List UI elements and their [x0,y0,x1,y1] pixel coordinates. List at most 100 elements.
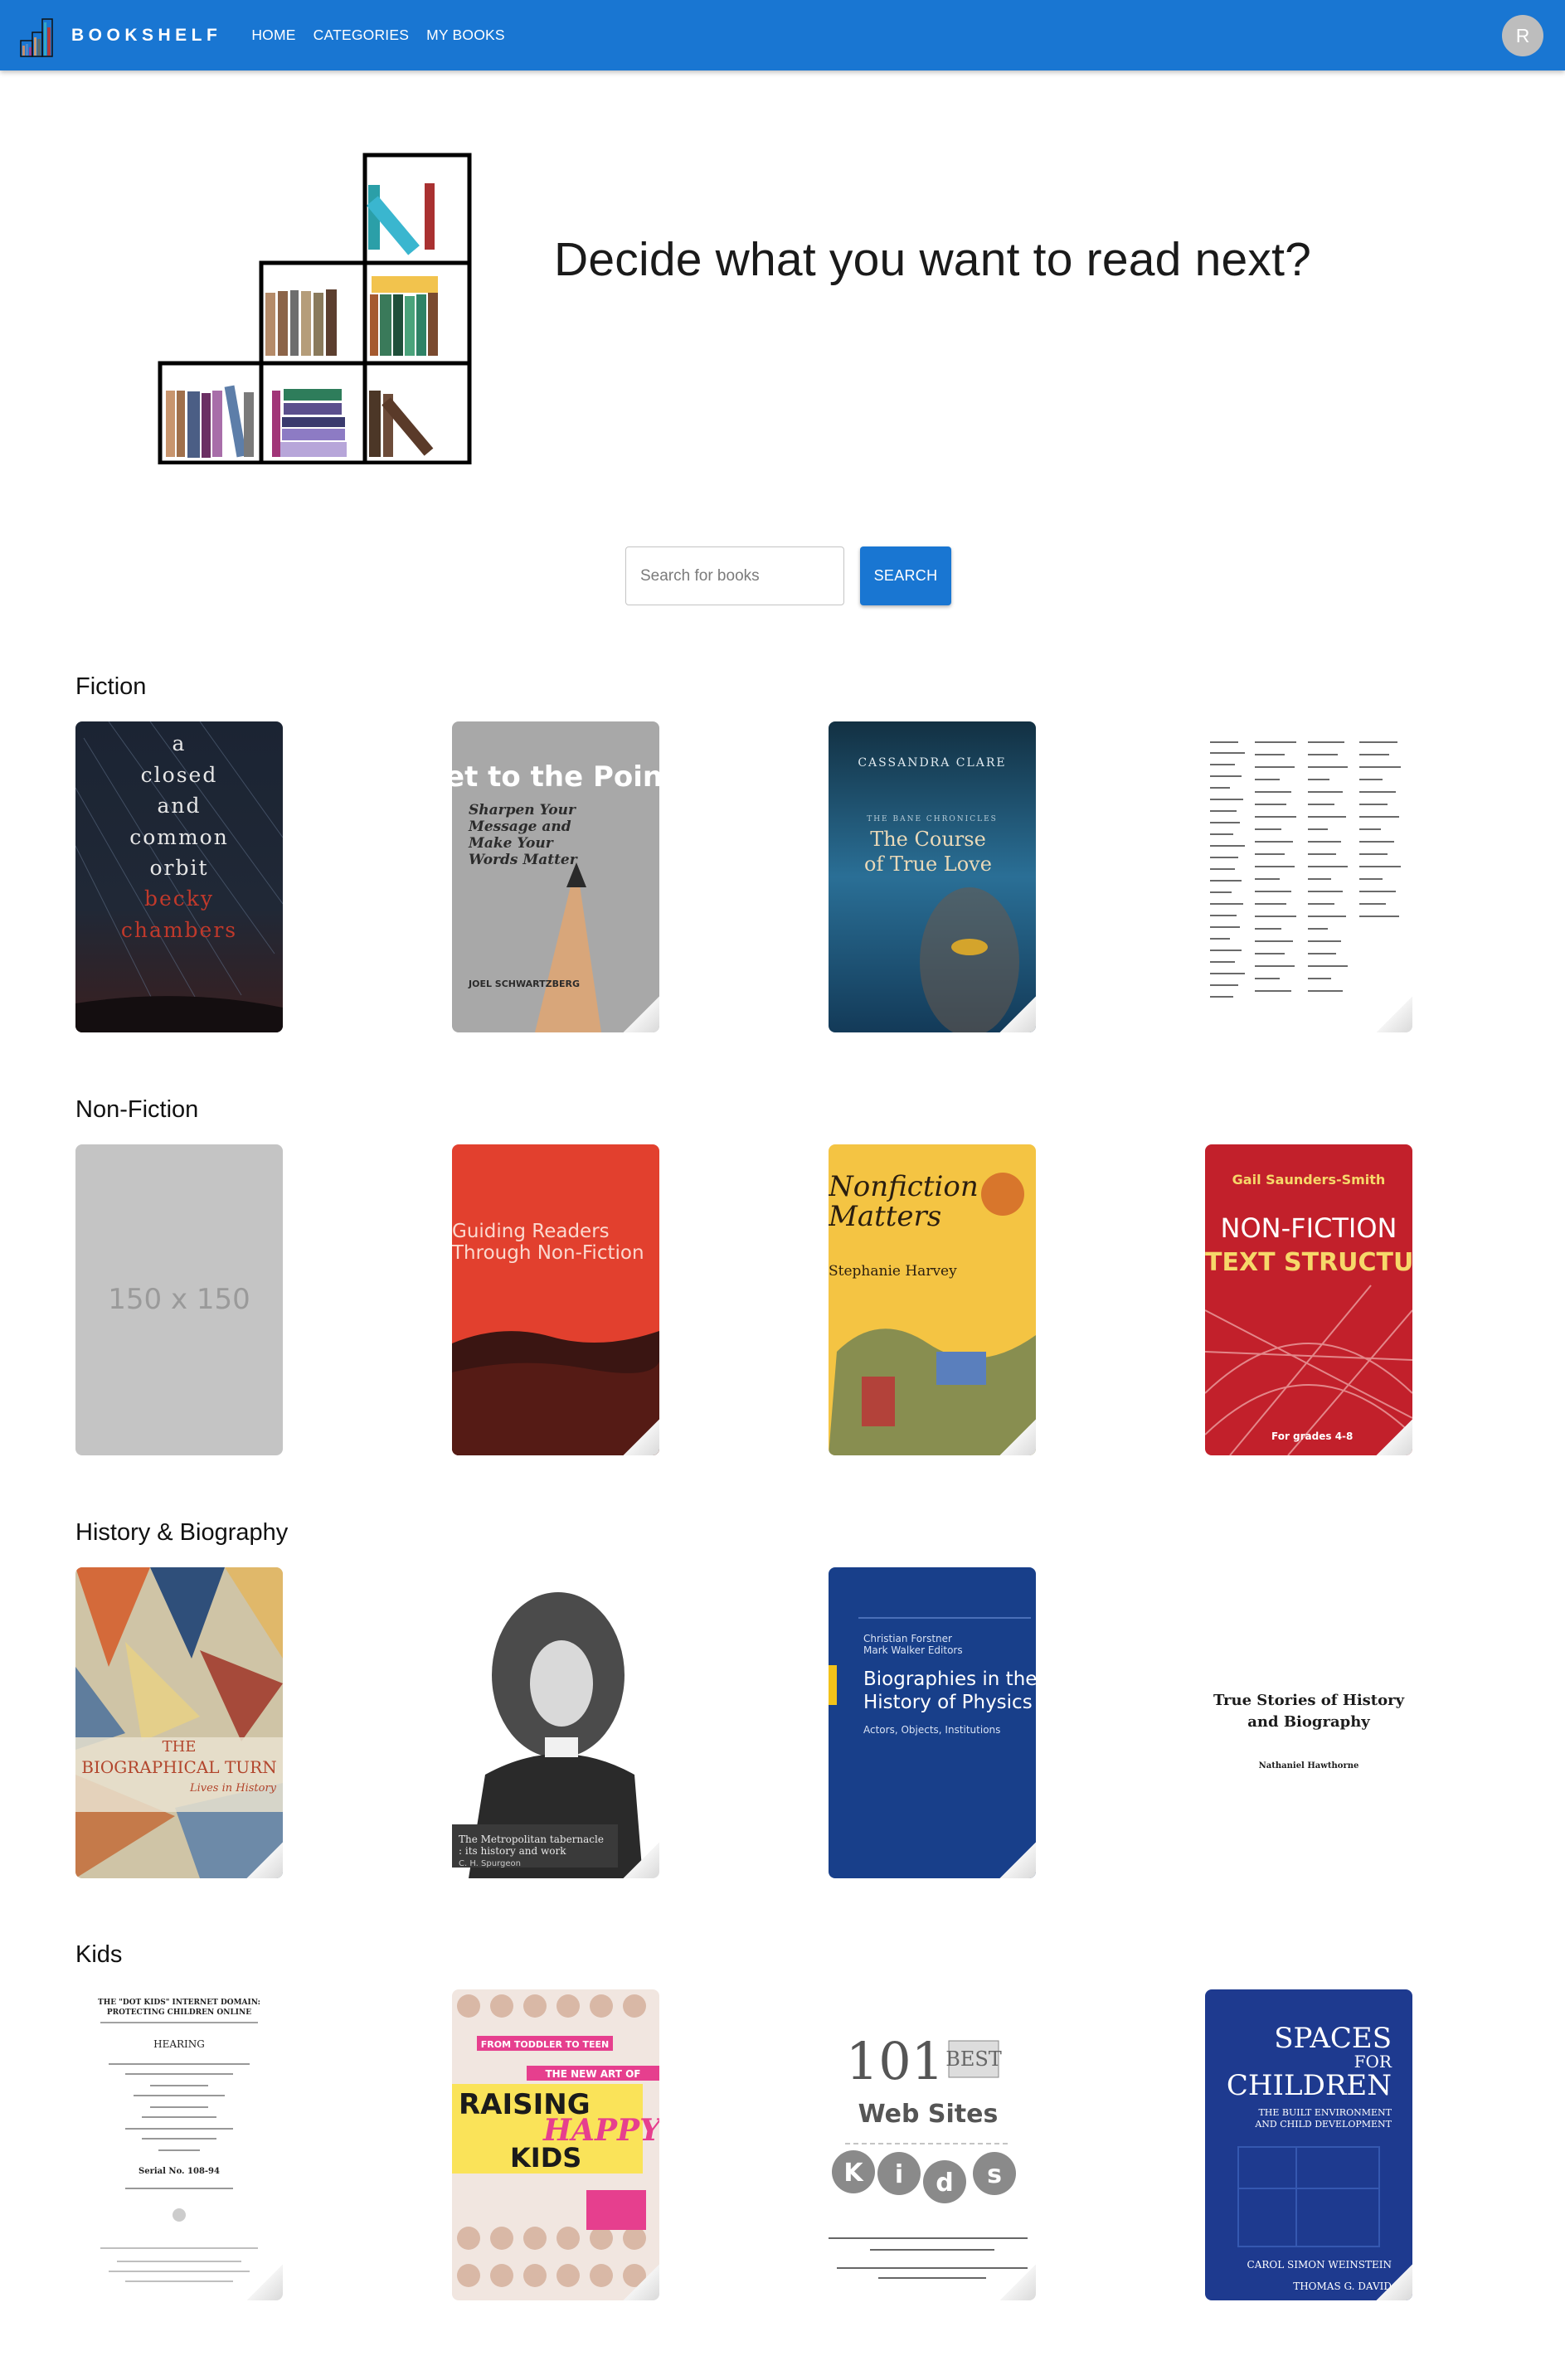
book-cover-text: THE BUILT ENVIRONMENT [1258,2107,1392,2118]
book-cover-text: becky [144,886,214,911]
page-curl-icon [1376,996,1412,1032]
book-cover-text: common [129,825,229,849]
book-cover-text: Nonfiction [829,1170,979,1203]
book-cover-fiction-2[interactable]: Get to the Point! Sharpen Your Message a… [452,721,659,1032]
book-cover-history-3[interactable]: Christian Forstner Mark Walker Editors B… [829,1567,1036,1878]
book-cover-kids-4[interactable]: SPACES FOR CHILDREN THE BUILT ENVIRONMEN… [1205,1989,1412,2300]
book-cover-text: and [157,794,201,818]
app-bar: BOOKSHELF HOME CATEGORIES MY BOOKS R [0,0,1565,70]
book-cover-text: AND CHILD DEVELOPMENT [1254,2119,1392,2130]
book-cover-text: K [843,2159,864,2188]
book-cover-text: a [173,731,187,755]
book-cover-text: BEST [945,2047,1002,2071]
book-cover-text: Get to the Point! [452,760,659,794]
book-cover-text: i [895,2160,903,2189]
book-cover-non-fiction-3[interactable]: Nonfiction Matters Stephanie Harvey [829,1144,1036,1455]
book-cover-text: Serial No. 108-94 [139,2167,220,2176]
page-curl-icon [999,996,1036,1032]
book-cover-non-fiction-4[interactable]: Gail Saunders-Smith NON-FICTION TEXT STR… [1205,1144,1412,1455]
page-curl-icon [999,2264,1036,2300]
book-cover-kids-2[interactable]: FROM TODDLER TO TEEN THE NEW ART OF RAIS… [452,1989,659,2300]
book-cover-text: 101 [846,2031,944,2091]
book-cover-text: For grades 4-8 [1271,1430,1353,1442]
book-cover-text: Actors, Objects, Institutions [863,1724,1000,1736]
book-cover-history-4[interactable]: True Stories of History and Biography Na… [1205,1567,1412,1878]
book-cover-text: Words Matter [469,852,578,868]
page-curl-icon [623,996,659,1032]
book-cover-text: JOEL SCHWARTZBERG [468,979,580,989]
book-cover-text: : its history and work [459,1845,566,1857]
book-cover-text: Web Sites [858,2100,999,2129]
category-title-fiction: Fiction [75,673,147,700]
search-input[interactable] [625,546,844,605]
page-curl-icon [623,1419,659,1455]
book-cover-text: Sharpen Your [469,802,576,818]
book-cover-text: Mark Walker Editors [863,1644,963,1656]
book-cover-history-1[interactable]: THE BIOGRAPHICAL TURN Lives in History [75,1567,283,1878]
book-cover-history-2[interactable]: The Metropolitan tabernacle : its histor… [452,1567,659,1878]
book-cover-text: Stephanie Harvey [829,1263,957,1280]
bookshelf-illustration [158,153,472,464]
book-cover-text: PROTECTING CHILDREN ONLINE [107,2008,251,2017]
book-cover-text: and Biography [1247,1713,1370,1731]
page-curl-icon [999,1842,1036,1878]
book-cover-text: FROM TODDLER TO TEEN [481,2039,609,2050]
book-cover-non-fiction-2[interactable]: Guiding Readers Through Non-Fiction [452,1144,659,1455]
main-nav: HOME CATEGORIES MY BOOKS [243,20,513,51]
nav-home-link[interactable]: HOME [243,20,304,51]
book-cover-text: Gail Saunders-Smith [1232,1172,1386,1188]
book-cover-text: THE NEW ART OF [545,2068,640,2080]
category-title-history-biography: History & Biography [75,1519,289,1546]
book-cover-text: TEXT STRUCTURES [1205,1248,1412,1277]
user-avatar[interactable]: R [1502,15,1543,56]
book-cover-text: Guiding Readers [452,1221,610,1242]
book-cover-text: Christian Forstner [863,1633,952,1644]
hero-title: Decide what you want to read next? [554,233,1312,286]
book-cover-text: d [936,2169,953,2198]
book-cover-kids-1[interactable]: THE "DOT KIDS" INTERNET DOMAIN: PROTECTI… [75,1989,283,2300]
page-curl-icon [246,2264,283,2300]
brand-home-link[interactable]: BOOKSHELF [20,0,221,70]
book-cover-text: THE BANE CHRONICLES [867,815,998,823]
book-cover-text: C. H. Spurgeon [459,1859,521,1868]
book-cover-text: Nathaniel Hawthorne [1259,1761,1359,1770]
book-cover-text: Make Your [468,835,554,852]
page-curl-icon [246,1842,283,1878]
book-cover-text: Message and [468,818,571,835]
book-cover-text: CASSANDRA CLARE [858,756,1006,770]
book-cover-text: CAROL SIMON WEINSTEIN [1247,2259,1392,2271]
page-curl-icon [623,2264,659,2300]
book-cover-kids-3[interactable]: 101 BEST Web Sites K i d s [829,1989,1036,2300]
book-cover-text: Biographies in the [863,1668,1036,1690]
book-cover-text: True Stories of History [1213,1692,1405,1709]
book-cover-text: BIOGRAPHICAL TURN [81,1757,276,1777]
category-title-kids: Kids [75,1941,123,1968]
book-cover-fiction-1[interactable]: a closed and common orbit becky chambers [75,721,283,1032]
page-curl-icon [1376,2264,1412,2300]
book-cover-fiction-3[interactable]: CASSANDRA CLARE THE BANE CHRONICLES The … [829,721,1036,1032]
book-cover-text: History of Physics [863,1692,1033,1713]
book-cover-text: HEARING [153,2038,205,2050]
page-curl-icon [623,1842,659,1878]
book-cover-text: Through Non-Fiction [452,1242,644,1264]
book-cover-text: closed [141,763,218,787]
book-cover-text: Matters [829,1200,941,1233]
book-cover-text: The Metropolitan tabernacle [459,1834,604,1845]
search-button[interactable]: SEARCH [860,546,951,605]
book-cover-non-fiction-1[interactable]: 150 x 150 [75,1144,283,1455]
bookshelf-logo-icon [20,17,53,57]
book-cover-text: CHILDREN [1227,2069,1392,2102]
book-cover-fiction-4[interactable] [1205,721,1412,1032]
book-cover-text: orbit [149,856,208,880]
book-cover-text: SPACES [1274,2022,1392,2055]
nav-categories-link[interactable]: CATEGORIES [305,20,417,51]
book-cover-text: THE [163,1738,197,1756]
book-cover-text: The Course [870,828,986,851]
page-curl-icon [1376,1419,1412,1455]
category-title-non-fiction: Non-Fiction [75,1096,199,1123]
nav-my-books-link[interactable]: MY BOOKS [418,20,513,51]
book-cover-text: chambers [121,918,237,942]
book-cover-text: of True Love [864,852,992,876]
book-cover-text: s [987,2160,1002,2189]
book-cover-text: NON-FICTION [1221,1212,1397,1244]
